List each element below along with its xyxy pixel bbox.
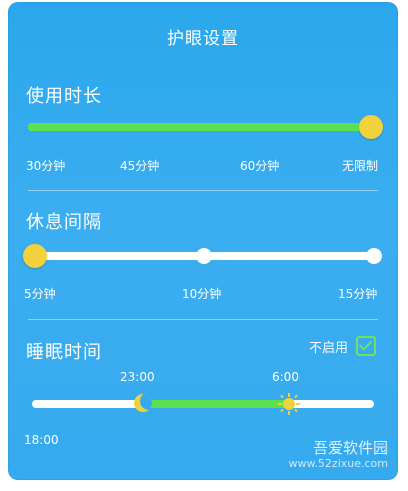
sleep-time-title: 睡眠时间 xyxy=(26,342,102,363)
disable-label: 不启用 xyxy=(308,340,348,356)
section-divider xyxy=(28,319,378,320)
usage-duration-title: 使用时长 xyxy=(26,86,102,107)
watermark-brand: 吾爱软件园 xyxy=(312,438,388,457)
section-divider xyxy=(28,190,378,191)
watermark: 吾爱软件园 www.52zixue.com xyxy=(288,439,388,470)
sun-icon[interactable] xyxy=(278,393,300,415)
rest-tick-5[interactable]: 5分钟 xyxy=(24,285,56,302)
usage-tick-45[interactable]: 45分钟 xyxy=(120,157,159,174)
sleep-range-fill xyxy=(142,400,292,408)
rest-slider-stop-15[interactable] xyxy=(366,248,382,264)
rest-tick-15[interactable]: 15分钟 xyxy=(338,285,377,302)
watermark-url: www.52zixue.com xyxy=(288,456,388,470)
sleep-end-time: 6:00 xyxy=(272,370,299,384)
sleep-start-time: 23:00 xyxy=(120,370,155,384)
eye-protection-panel: 护眼设置 使用时长 30分钟 45分钟 60分钟 无限制 休息间隔 5分钟 10… xyxy=(8,2,398,480)
rest-slider-knob[interactable] xyxy=(23,244,47,268)
rest-tick-10[interactable]: 10分钟 xyxy=(182,285,221,302)
sleep-axis-start: 18:00 xyxy=(24,433,59,447)
panel-title: 护眼设置 xyxy=(167,29,239,49)
sleep-disable-toggle[interactable]: 不启用 xyxy=(309,336,376,356)
moon-icon[interactable] xyxy=(134,394,152,412)
usage-slider-knob[interactable] xyxy=(359,115,383,139)
usage-tick-60[interactable]: 60分钟 xyxy=(240,157,279,174)
disable-checkbox[interactable] xyxy=(356,336,376,356)
usage-slider-fill xyxy=(28,123,372,131)
rest-interval-title: 休息间隔 xyxy=(26,212,102,233)
usage-tick-30[interactable]: 30分钟 xyxy=(26,157,65,174)
rest-slider-stop-10[interactable] xyxy=(196,248,212,264)
usage-tick-unlimited[interactable]: 无限制 xyxy=(342,157,378,174)
